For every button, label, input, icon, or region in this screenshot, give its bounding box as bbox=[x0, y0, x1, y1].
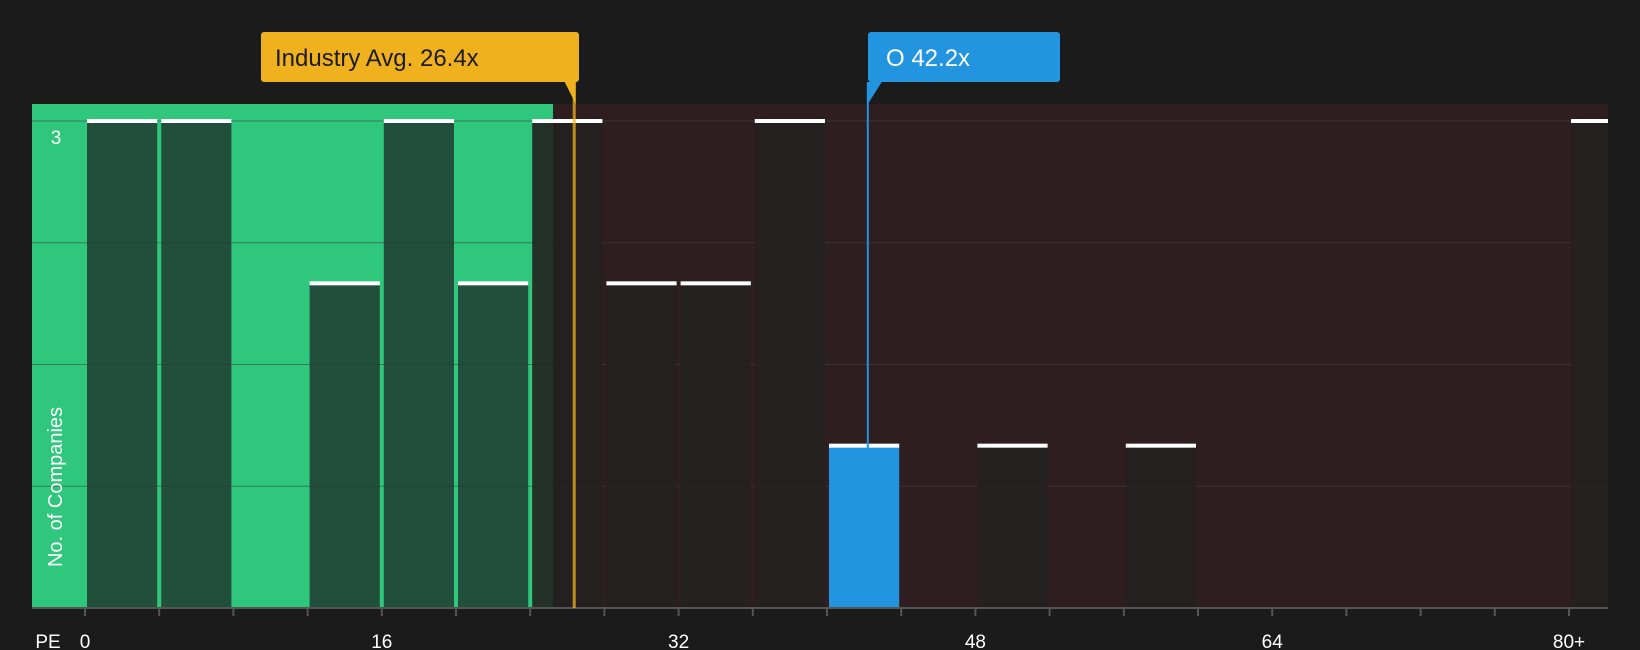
histogram-bar-cap bbox=[309, 281, 380, 286]
histogram-bar bbox=[606, 283, 677, 608]
x-axis-label: PE bbox=[35, 632, 60, 650]
x-axis-tick-label: 16 bbox=[371, 632, 392, 650]
industry-average-callout: Industry Avg. 26.4x bbox=[261, 32, 579, 82]
histogram-bar bbox=[1125, 445, 1196, 608]
company-pe-callout: O 42.2x bbox=[868, 32, 1060, 82]
histogram-bar-cap bbox=[161, 119, 232, 123]
histogram-bar bbox=[680, 283, 751, 608]
histogram-bar bbox=[1571, 121, 1608, 608]
histogram-bar-cap bbox=[1571, 119, 1608, 123]
histogram-bar bbox=[977, 445, 1048, 608]
histogram-bar-cap bbox=[458, 281, 529, 286]
industry-average-line bbox=[572, 82, 576, 608]
histogram-bar-cap bbox=[680, 281, 751, 286]
histogram-bar-cap bbox=[829, 443, 900, 448]
x-axis: 0 16 32 48 64 80+ bbox=[32, 607, 1608, 650]
x-axis-tick-label: 48 bbox=[965, 632, 986, 650]
histogram-bar-cap bbox=[383, 119, 454, 123]
company-pe-label: O 42.2x bbox=[886, 45, 970, 72]
x-axis-tick-label: 80+ bbox=[1553, 632, 1585, 650]
histogram-bar-cap bbox=[87, 119, 158, 123]
industry-average-label: Industry Avg. 26.4x bbox=[275, 45, 479, 72]
y-axis-tick-label: 3 bbox=[51, 128, 62, 149]
y-axis-label: No. of Companies bbox=[45, 407, 67, 567]
company-pe-pointer bbox=[867, 82, 882, 104]
histogram-bar bbox=[309, 283, 380, 608]
company-pe-line bbox=[866, 82, 869, 448]
histogram-bar bbox=[383, 121, 454, 608]
histogram-bar bbox=[458, 283, 529, 608]
x-axis-tick-label: 0 bbox=[80, 632, 91, 650]
x-axis-tick-label: 32 bbox=[668, 632, 689, 650]
histogram-bar-cap bbox=[532, 119, 603, 123]
histogram-bar-cap bbox=[606, 281, 677, 286]
histogram-bar bbox=[754, 121, 825, 608]
histogram-bar bbox=[829, 445, 900, 608]
histogram-bar bbox=[532, 121, 603, 608]
histogram-bar bbox=[161, 121, 232, 608]
pe-distribution-chart: 0 16 32 48 64 80+ 3 No. of Companies PE Indus… bbox=[32, 32, 1608, 650]
histogram-bar-cap bbox=[977, 443, 1048, 448]
histogram-bar-cap bbox=[754, 119, 825, 123]
x-axis-tick-label: 64 bbox=[1262, 632, 1284, 650]
histogram-bar bbox=[87, 121, 158, 608]
histogram-bar-cap bbox=[1125, 443, 1196, 448]
